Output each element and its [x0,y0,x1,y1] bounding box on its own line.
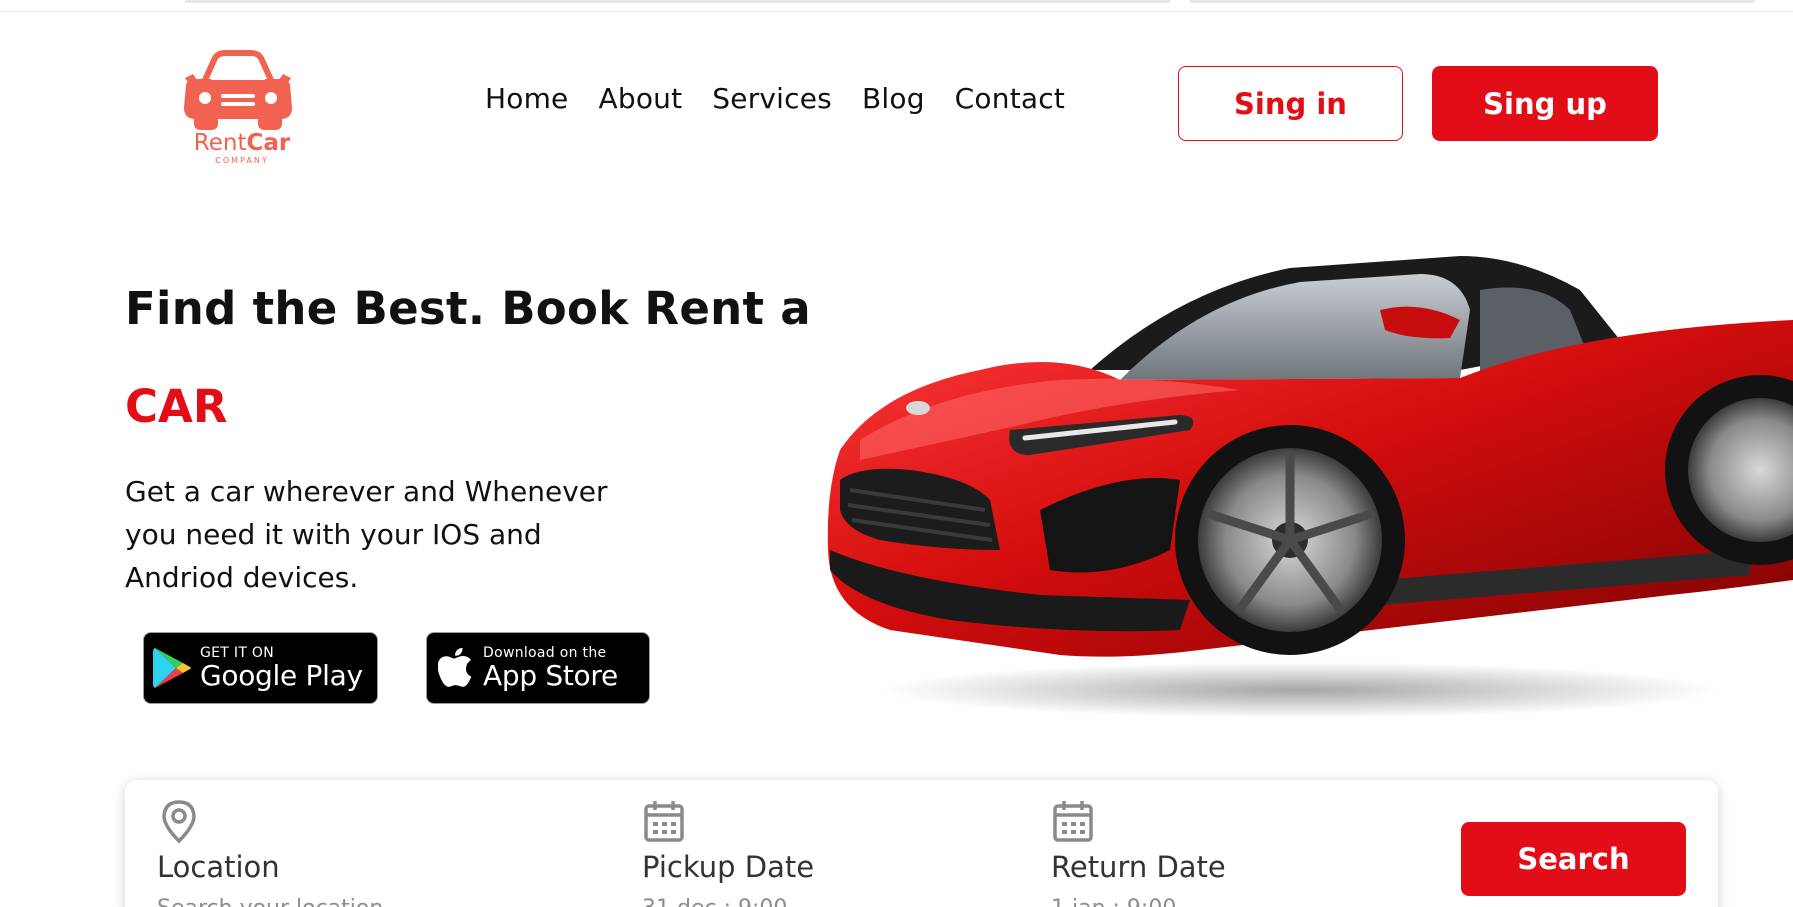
hero-car-image [820,250,1793,720]
google-play-icon [144,646,200,690]
logo-wordmark: RentCar [187,130,297,156]
nav-about[interactable]: About [599,82,683,115]
nav-blog[interactable]: Blog [862,82,925,115]
hero-description: Get a car wherever and Whenever you need… [125,475,608,594]
location-pin-icon [162,800,196,844]
nav-contact[interactable]: Contact [955,82,1065,115]
return-date-field[interactable]: Return Date 1 jan : 9:00 [1051,798,1226,907]
top-strip-segment [185,0,1170,3]
location-input[interactable]: Search your location [157,896,383,907]
nav-home[interactable]: Home [485,82,569,115]
apple-icon [427,648,483,688]
app-store-big-text: App Store [483,659,618,692]
browser-top-strip [0,0,1793,12]
google-play-badge[interactable]: GET IT ON Google Play [143,632,378,704]
logo-tagline: COMPANY [215,156,269,165]
app-store-small-text: Download on the [483,645,607,661]
location-label: Location [157,850,280,884]
calendar-icon [644,801,684,842]
google-play-big-text: Google Play [200,659,363,692]
hero-title: Find the Best. Book Rent a [125,282,811,335]
pickup-date-input[interactable]: 31 dec : 9:00 [642,896,814,907]
return-date-label: Return Date [1051,850,1226,884]
hero-accent: CAR [125,380,228,433]
search-button[interactable]: Search [1461,822,1686,896]
signup-button[interactable]: Sing up [1432,66,1658,141]
top-strip-segment [1190,0,1755,3]
brand-logo[interactable]: RentCar COMPANY [183,50,293,170]
logo-name-bold: Car [246,130,291,156]
app-store-badge[interactable]: Download on the App Store [426,632,650,704]
pickup-date-label: Pickup Date [642,850,815,884]
main-nav: Home About Services Blog Contact [485,82,1065,115]
nav-services[interactable]: Services [712,82,832,115]
location-field[interactable]: Location Search your location [157,798,383,907]
calendar-icon [1053,801,1093,842]
car-logo-icon [184,50,292,130]
logo-name-light: Rent [193,130,247,156]
return-date-input[interactable]: 1 jan : 9:00 [1051,896,1226,907]
google-play-small-text: GET IT ON [200,645,275,661]
signin-button[interactable]: Sing in [1178,66,1403,141]
search-card: Location Search your location Pickup Dat… [125,780,1718,907]
pickup-date-field[interactable]: Pickup Date 31 dec : 9:00 [642,798,814,907]
